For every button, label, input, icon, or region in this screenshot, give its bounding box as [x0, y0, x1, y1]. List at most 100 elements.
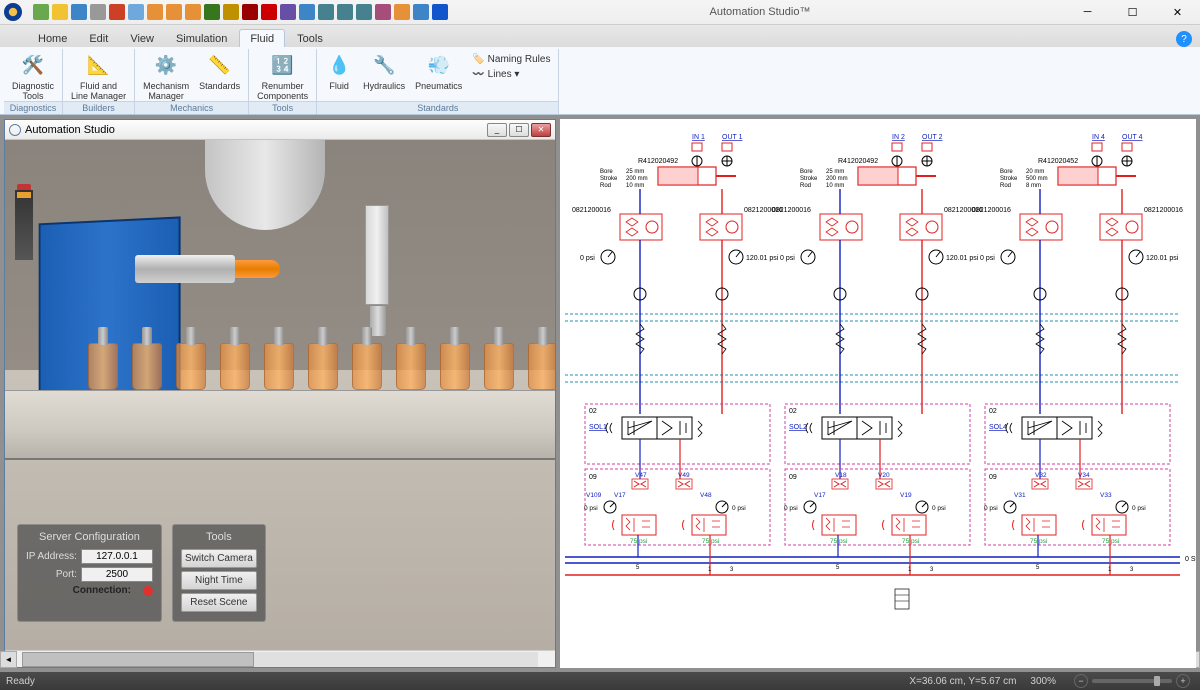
qat-layer-button[interactable]: [279, 3, 297, 21]
ribbon-lines---button[interactable]: 〰️Lines ▾: [468, 68, 554, 81]
render-viewport[interactable]: Server Configuration IP Address: Port: C…: [5, 140, 555, 650]
title-bar: Automation Studio™ ─ ☐ ✕: [0, 0, 1200, 25]
ribbon-pneumatics-button[interactable]: 💨Pneumatics: [411, 49, 466, 93]
vertical-cylinder-3d: [365, 205, 389, 305]
panel-scrollbar[interactable]: ◄ ►: [5, 650, 555, 667]
ribbon-fluid-and-line-manager-button[interactable]: 📐Fluid andLine Manager: [67, 49, 130, 103]
schematic-canvas[interactable]: 0 St IN 1 OUT 1 R412020492 BoreStrokeRod…: [560, 119, 1196, 668]
svg-text:SOL1: SOL1: [589, 424, 607, 431]
qat-print-button[interactable]: [89, 3, 107, 21]
qat-zoom-fit-button[interactable]: [317, 3, 335, 21]
fluid-icon: 💧: [325, 51, 353, 79]
scroll-left-icon[interactable]: ◄: [0, 651, 17, 668]
svg-text:0821200016: 0821200016: [1144, 207, 1183, 214]
qat-ports-button[interactable]: [393, 3, 411, 21]
qat-open-button[interactable]: [51, 3, 69, 21]
qat-run-button[interactable]: [203, 3, 221, 21]
tab-home[interactable]: Home: [28, 30, 77, 47]
svg-text:0 psi: 0 psi: [984, 505, 998, 512]
qat-save-button[interactable]: [70, 3, 88, 21]
svg-text:SOL2: SOL2: [789, 424, 807, 431]
qat-pause-button[interactable]: [222, 3, 240, 21]
help-icon[interactable]: ?: [1176, 31, 1192, 47]
switch-camera-button[interactable]: Switch Camera: [181, 549, 257, 568]
svg-text:V20: V20: [878, 472, 890, 479]
qat-snap-button[interactable]: [374, 3, 392, 21]
svg-text:02: 02: [589, 408, 597, 415]
svg-text:5: 5: [1036, 565, 1040, 571]
qat-copy-button[interactable]: [165, 3, 183, 21]
qat-redo-button[interactable]: [127, 3, 145, 21]
svg-text:0 psi: 0 psi: [732, 505, 746, 512]
panel-close-button[interactable]: ✕: [531, 123, 551, 137]
svg-text:120.01 psi: 120.01 psi: [1146, 255, 1179, 262]
tab-tools[interactable]: Tools: [287, 30, 333, 47]
svg-text:V109: V109: [586, 492, 602, 499]
svg-text:BoreStrokeRod: BoreStrokeRod: [800, 169, 818, 189]
zoom-in-button[interactable]: +: [1176, 674, 1190, 688]
pneumatics-icon: 💨: [425, 51, 453, 79]
ribbon-hydraulics-button[interactable]: 🔧Hydraulics: [359, 49, 409, 93]
ribbon-naming-rules-button[interactable]: 🏷️Naming Rules: [468, 53, 554, 66]
conveyor-3d: [5, 390, 555, 460]
night-time-button[interactable]: Night Time: [181, 571, 257, 590]
mechanism-icon: ⚙️: [152, 51, 180, 79]
svg-text:IN 2: IN 2: [892, 134, 905, 141]
maximize-button[interactable]: ☐: [1110, 0, 1155, 25]
qat-record-button[interactable]: [260, 3, 278, 21]
svg-text:R412020492: R412020492: [838, 158, 878, 165]
horizontal-cylinder-3d: [135, 255, 235, 283]
qat-undo-button[interactable]: [108, 3, 126, 21]
ribbon-standards-button[interactable]: 📏Standards: [195, 49, 244, 93]
ip-input[interactable]: [81, 549, 153, 564]
tools-panel: Tools Switch CameraNight TimeReset Scene: [172, 524, 266, 622]
svg-text:1: 1: [908, 567, 912, 573]
ribbon-group-mechanics: Mechanics: [135, 101, 248, 114]
reset-scene-button[interactable]: Reset Scene: [181, 593, 257, 612]
scroll-thumb[interactable]: [22, 652, 254, 667]
hydraulics-icon: 🔧: [370, 51, 398, 79]
qat-zoom-in-button[interactable]: [336, 3, 354, 21]
svg-text:V48: V48: [700, 492, 712, 499]
svg-text:02: 02: [989, 408, 997, 415]
svg-text:V34: V34: [1078, 472, 1090, 479]
qat-stop-button[interactable]: [241, 3, 259, 21]
svg-text:0 psi: 0 psi: [932, 505, 946, 512]
svg-text:OUT 2: OUT 2: [922, 134, 943, 141]
ribbon-fluid-button[interactable]: 💧Fluid: [321, 49, 357, 93]
qat-cut-button[interactable]: [146, 3, 164, 21]
panel-maximize-button[interactable]: ☐: [509, 123, 529, 137]
tab-edit[interactable]: Edit: [79, 30, 118, 47]
port-input[interactable]: [81, 567, 153, 582]
ribbon-mechanism-manager-button[interactable]: ⚙️MechanismManager: [139, 49, 193, 103]
svg-text:V31: V31: [1014, 492, 1026, 499]
panel-3d-view: Automation Studio _ ☐ ✕ Server Configura…: [4, 119, 556, 668]
svg-text:20 mm500 mm8 mm: 20 mm500 mm8 mm: [1026, 169, 1048, 189]
qat-sim-speed-button[interactable]: [412, 3, 430, 21]
tab-simulation[interactable]: Simulation: [166, 30, 237, 47]
connection-status-icon: [143, 586, 153, 596]
svg-text:SOL4: SOL4: [989, 424, 1007, 431]
svg-text:0821200016: 0821200016: [772, 207, 811, 214]
zoom-out-button[interactable]: −: [1074, 674, 1088, 688]
panel-3d-titlebar: Automation Studio _ ☐ ✕: [5, 120, 555, 140]
minimize-button[interactable]: ─: [1065, 0, 1110, 25]
qat-new-button[interactable]: [32, 3, 50, 21]
ribbon-diagnostic-tools-button[interactable]: 🛠️DiagnosticTools: [8, 49, 58, 103]
qat-paste-button[interactable]: [184, 3, 202, 21]
svg-text:V32: V32: [1035, 472, 1047, 479]
tab-view[interactable]: View: [120, 30, 164, 47]
clock-icon: [9, 124, 21, 136]
connection-label: Connection:: [26, 585, 131, 596]
tab-fluid[interactable]: Fluid: [239, 29, 285, 47]
svg-text:V33: V33: [1100, 492, 1112, 499]
qat-help-button[interactable]: [431, 3, 449, 21]
svg-text:75 psi: 75 psi: [702, 538, 719, 545]
panel-minimize-button[interactable]: _: [487, 123, 507, 137]
ribbon-renumber-components-button[interactable]: 🔢RenumberComponents: [253, 49, 312, 103]
qat-zoom-out-button[interactable]: [355, 3, 373, 21]
qat-grid-button[interactable]: [298, 3, 316, 21]
close-button[interactable]: ✕: [1155, 0, 1200, 25]
zoom-slider[interactable]: [1092, 679, 1172, 683]
bottles-row: [85, 325, 555, 395]
